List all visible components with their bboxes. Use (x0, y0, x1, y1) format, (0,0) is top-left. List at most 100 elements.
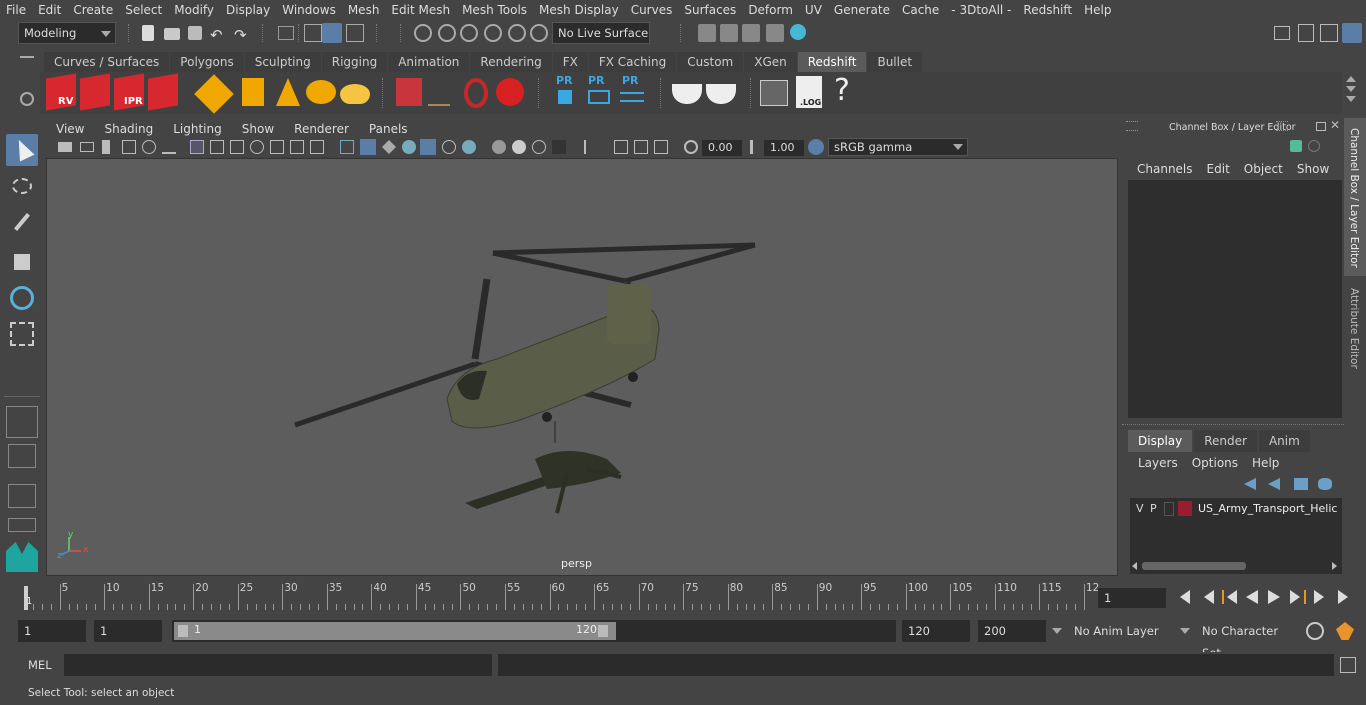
chevron-down-icon[interactable] (1180, 628, 1190, 634)
resolution-gate-icon[interactable] (230, 140, 244, 154)
range-end-grip[interactable] (598, 625, 608, 637)
mel-label[interactable]: MEL (28, 658, 52, 672)
bowl-settings-icon[interactable] (706, 84, 736, 104)
shelf-tab-fx-caching[interactable]: FX Caching (588, 52, 677, 72)
hair-icon[interactable] (428, 80, 450, 106)
volume-icon[interactable] (396, 78, 422, 106)
shadows-icon[interactable] (442, 140, 456, 154)
anim-layer-dropdown[interactable]: No Anim Layer (1068, 620, 1178, 642)
sphere-icon[interactable] (496, 78, 524, 106)
viewport-menu-renderer[interactable]: Renderer (284, 122, 359, 136)
shelf-tab-rendering[interactable]: Rendering (470, 52, 552, 72)
light-cone-icon[interactable] (276, 78, 300, 106)
safe-action-icon[interactable] (290, 140, 304, 154)
gate-mask-icon[interactable] (250, 140, 264, 154)
open-scene-icon[interactable] (164, 28, 180, 40)
channel-box-icon[interactable] (1342, 23, 1362, 43)
ambient-occlusion-icon[interactable] (492, 140, 506, 154)
channel-list[interactable] (1128, 180, 1342, 418)
scrollbar-thumb[interactable] (1142, 562, 1246, 570)
menu-mesh-display[interactable]: Mesh Display (533, 0, 625, 20)
move-tool-icon[interactable] (6, 246, 38, 278)
motion-blur-icon[interactable] (512, 140, 526, 154)
layout-four-icon[interactable] (8, 444, 36, 468)
menu-mesh-tools[interactable]: Mesh Tools (456, 0, 533, 20)
layer-menu-help[interactable]: Help (1252, 456, 1287, 472)
shelf-scroll[interactable] (1346, 76, 1356, 106)
render-view-icon[interactable] (720, 24, 738, 42)
viewport-menu-panels[interactable]: Panels (359, 122, 418, 136)
range-start-grip[interactable] (178, 625, 188, 637)
current-frame-field[interactable]: 1 (1098, 588, 1166, 608)
helicopter-model[interactable] (294, 242, 756, 514)
render-settings-icon[interactable] (148, 73, 178, 111)
select-tool-icon[interactable] (6, 134, 38, 166)
select-uv-mode-icon[interactable] (346, 24, 364, 42)
menu-help[interactable]: Help (1078, 0, 1117, 20)
chevron-right-icon[interactable] (1332, 562, 1337, 570)
end-time-field[interactable]: 200 (978, 620, 1046, 642)
range-slider[interactable]: 1 120 (172, 620, 896, 642)
select-object-mode-icon[interactable] (304, 24, 322, 42)
play-forwards-icon[interactable] (1268, 590, 1284, 604)
xray-icon[interactable] (462, 140, 476, 154)
go-to-start-icon[interactable] (1176, 590, 1192, 604)
snap-curve-icon[interactable] (438, 24, 456, 42)
xray-active-icon[interactable] (634, 140, 648, 154)
viewport-menu-view[interactable]: View (46, 122, 94, 136)
gamma-icon[interactable] (750, 140, 760, 154)
step-back-frame-icon[interactable] (1222, 590, 1238, 604)
character-set-dropdown[interactable]: No Character Set (1196, 620, 1300, 660)
field-chart-icon[interactable] (270, 140, 284, 154)
tab-channel-box[interactable]: Channel Box / Layer Editor (1344, 118, 1366, 276)
grease-pencil-icon[interactable] (142, 140, 156, 154)
start-time-field[interactable]: 1 (18, 620, 86, 642)
camera-attributes-icon[interactable] (80, 142, 94, 152)
ipr-render-icon[interactable] (742, 24, 760, 42)
perspective-viewport[interactable]: y x z persp (46, 158, 1118, 576)
layer-tab-display[interactable]: Display (1128, 430, 1193, 452)
menu-select[interactable]: Select (119, 0, 168, 20)
dome-light-icon[interactable] (306, 80, 336, 104)
textured-icon[interactable] (402, 140, 416, 154)
menu-edit[interactable]: Edit (32, 0, 67, 20)
range-slider-handle[interactable] (174, 622, 616, 640)
shelf-tab-curves-surfaces[interactable]: Curves / Surfaces (44, 52, 170, 72)
menu-modify[interactable]: Modify (168, 0, 220, 20)
float-panel-icon[interactable] (1316, 122, 1326, 131)
sun-sky-icon[interactable] (340, 84, 370, 104)
menu-3dtoall[interactable]: - 3DtoAll - (945, 0, 1017, 20)
channel-menu-show[interactable]: Show (1290, 162, 1336, 178)
viewport-menu-show[interactable]: Show (232, 122, 284, 136)
time-slider[interactable]: 5 10 15 20 25 30 35 40 45 50 55 60 65 70 75 80 85 90 95 100… (18, 582, 1099, 610)
menu-windows[interactable]: Windows (276, 0, 342, 20)
safe-title-icon[interactable] (310, 140, 324, 154)
layer-playback-toggle[interactable]: P (1150, 502, 1157, 515)
menu-curves[interactable]: Curves (625, 0, 679, 20)
layer-menu-options[interactable]: Options (1192, 456, 1246, 472)
undo-icon[interactable]: ↶ (210, 26, 223, 44)
smooth-shade-icon[interactable] (360, 139, 376, 155)
viewport-menu-lighting[interactable]: Lighting (163, 122, 232, 136)
tiles-icon[interactable] (242, 78, 264, 106)
shelf-tab-polygons[interactable]: Polygons (170, 52, 244, 72)
select-hierarchy-icon[interactable] (278, 26, 294, 40)
menu-display[interactable]: Display (220, 0, 276, 20)
make-live-icon[interactable] (530, 24, 548, 42)
move-layer-down-icon[interactable] (1268, 478, 1280, 490)
attribute-editor-icon[interactable] (1320, 24, 1338, 42)
layer-tab-anim[interactable]: Anim (1258, 430, 1310, 452)
shelf-tab-fx[interactable]: FX (552, 52, 588, 72)
layer-type-toggle[interactable] (1164, 502, 1174, 516)
layer-row[interactable]: V P US_Army_Transport_Helicopt (1130, 500, 1342, 518)
layout-two-icon[interactable] (8, 484, 36, 508)
chevron-left-icon[interactable] (1132, 562, 1137, 570)
layer-menu-layers[interactable]: Layers (1138, 456, 1186, 472)
step-forward-key-icon[interactable] (1314, 590, 1330, 604)
menu-redshift[interactable]: Redshift (1017, 0, 1078, 20)
render-settings-icon[interactable] (698, 24, 716, 42)
render-globals-icon[interactable] (766, 24, 784, 42)
xray-joints-icon[interactable] (614, 140, 628, 154)
depth-of-field-icon[interactable] (552, 140, 566, 154)
layer-color-swatch[interactable] (1178, 501, 1192, 516)
